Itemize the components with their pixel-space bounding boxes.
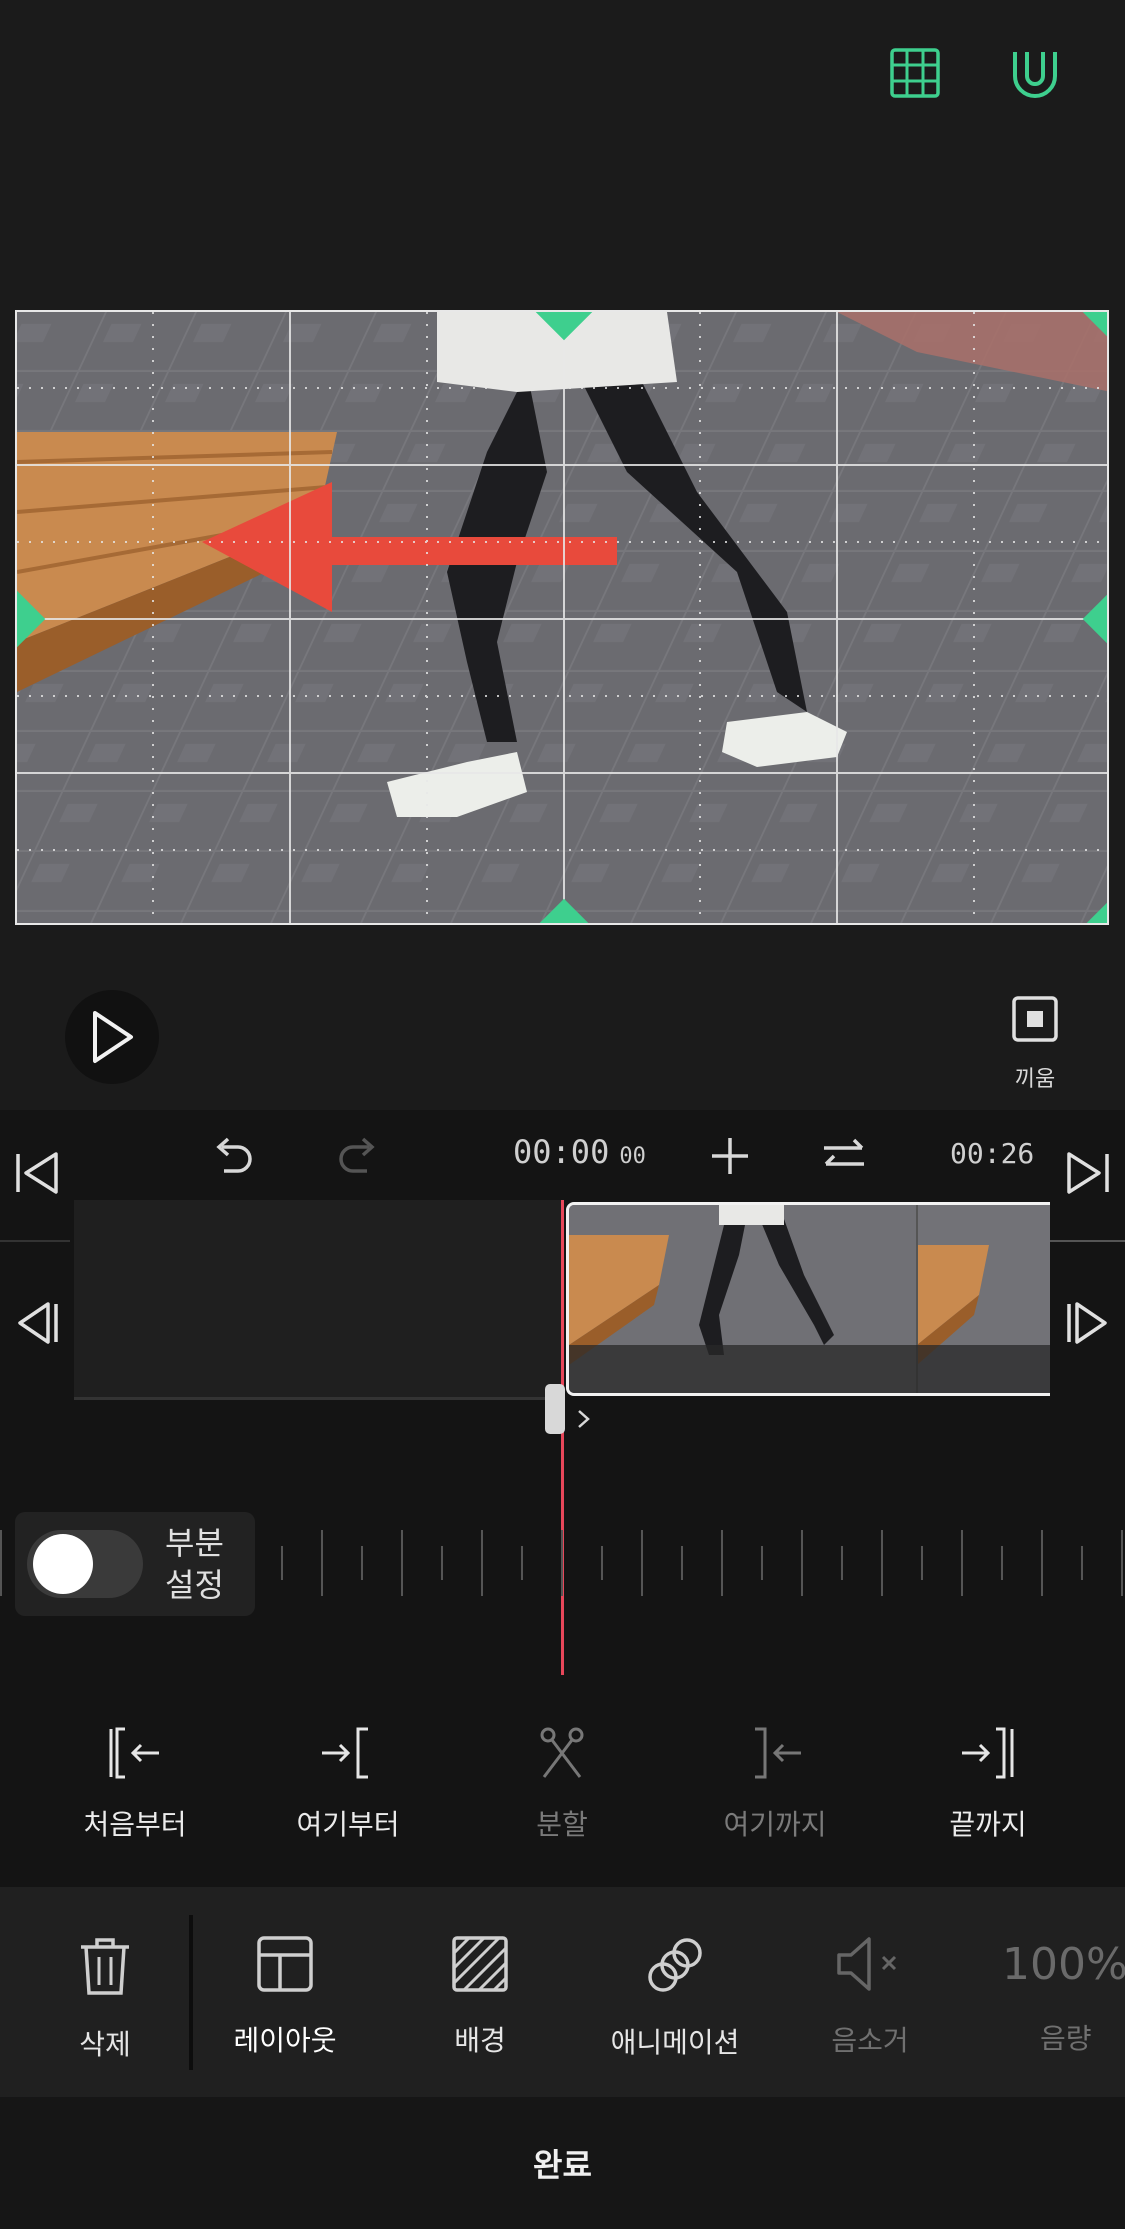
ruler-tick bbox=[721, 1530, 723, 1596]
trim-to-here-icon bbox=[755, 1727, 801, 1779]
ruler-tick bbox=[601, 1546, 603, 1580]
next-frame-icon[interactable] bbox=[1065, 1300, 1111, 1346]
scissors-icon bbox=[540, 1727, 584, 1778]
speaker-mute-icon bbox=[837, 1937, 897, 1991]
animation-button[interactable]: 애니메이션 bbox=[590, 1935, 760, 2061]
grid-icon[interactable] bbox=[888, 46, 944, 102]
partial-setting[interactable]: 부분 설정 bbox=[15, 1512, 255, 1616]
ruler-tick bbox=[361, 1546, 363, 1580]
fill-label: 끼움 bbox=[1014, 1067, 1056, 1092]
clip-trim-handle[interactable] bbox=[545, 1384, 565, 1434]
toolbar-divider bbox=[189, 1915, 193, 2070]
layout-button[interactable]: 레이아웃 bbox=[200, 1935, 370, 2059]
trim-from-here-button[interactable]: 여기부터 bbox=[268, 1725, 428, 1843]
clip-audio-bar bbox=[569, 1345, 1050, 1393]
trim-tool-label: 처음부터 bbox=[83, 1808, 187, 1841]
partial-setting-toggle[interactable] bbox=[27, 1530, 143, 1598]
ruler-tick bbox=[1121, 1530, 1123, 1596]
ruler-tick bbox=[641, 1530, 643, 1596]
track-line bbox=[1050, 1240, 1125, 1242]
partial-setting-label-line2: 설정 bbox=[165, 1566, 224, 1604]
background-button[interactable]: 배경 bbox=[395, 1935, 565, 2059]
empty-track bbox=[74, 1200, 564, 1400]
ruler-tick bbox=[801, 1530, 803, 1596]
ruler-tick bbox=[481, 1530, 483, 1596]
undo-icon[interactable] bbox=[210, 1133, 256, 1179]
ruler-tick bbox=[401, 1530, 403, 1596]
ruler-tick bbox=[841, 1546, 843, 1580]
trim-from-here-icon bbox=[322, 1727, 368, 1779]
trim-to-here-button[interactable]: 여기까지 bbox=[695, 1725, 855, 1843]
ruler-tick bbox=[561, 1530, 563, 1596]
skip-to-start-icon[interactable] bbox=[14, 1150, 60, 1196]
mute-button[interactable]: 음소거 bbox=[785, 1935, 955, 2059]
ruler-tick bbox=[1081, 1546, 1083, 1580]
previous-frame-icon[interactable] bbox=[14, 1300, 60, 1346]
ruler-tick bbox=[681, 1546, 683, 1580]
ruler-tick bbox=[1001, 1546, 1003, 1580]
current-time: 00:00 00 bbox=[513, 1133, 646, 1171]
ruler-tick bbox=[0, 1530, 2, 1596]
trim-from-start-button[interactable]: 처음부터 bbox=[55, 1725, 215, 1843]
trim-to-end-icon bbox=[962, 1727, 1014, 1779]
ruler-tick bbox=[1041, 1530, 1043, 1596]
tool-label: 음량 bbox=[1040, 2022, 1092, 2055]
play-icon bbox=[93, 1011, 133, 1063]
delete-button[interactable]: 삭제 bbox=[20, 1935, 190, 2063]
skip-to-end-icon[interactable] bbox=[1065, 1150, 1111, 1196]
ruler-tick bbox=[281, 1546, 283, 1580]
partial-setting-label-line1: 부분 bbox=[165, 1524, 224, 1562]
end-time: 00:26 bbox=[950, 1137, 1035, 1170]
add-icon[interactable] bbox=[708, 1134, 752, 1178]
trim-tool-label: 분할 bbox=[536, 1808, 588, 1841]
chevron-right-icon bbox=[578, 1410, 590, 1428]
fill-icon bbox=[1012, 996, 1058, 1042]
tool-label: 음소거 bbox=[831, 2024, 909, 2057]
ruler-tick bbox=[761, 1546, 763, 1580]
fill-button[interactable]: 끼움 bbox=[1000, 995, 1070, 1093]
done-button[interactable]: 완료 bbox=[0, 2140, 1125, 2186]
split-button[interactable]: 분할 bbox=[482, 1725, 642, 1843]
trash-icon bbox=[81, 1938, 129, 1995]
trim-tool-label: 여기까지 bbox=[723, 1808, 827, 1841]
trim-from-start-icon bbox=[109, 1727, 159, 1779]
preview-frame bbox=[17, 312, 1107, 923]
tool-label: 삭제 bbox=[79, 2028, 131, 2061]
tool-label: 애니메이션 bbox=[610, 2026, 740, 2059]
background-icon bbox=[452, 1936, 508, 1992]
ruler-tick bbox=[881, 1530, 883, 1596]
ruler-tick bbox=[521, 1546, 523, 1580]
magnet-icon[interactable] bbox=[1007, 46, 1063, 102]
redo-icon[interactable] bbox=[335, 1133, 381, 1179]
track-line bbox=[0, 1240, 70, 1242]
playhead[interactable] bbox=[561, 1200, 564, 1675]
trim-tool-label: 끝까지 bbox=[949, 1808, 1027, 1841]
toggle-knob bbox=[33, 1534, 93, 1594]
play-button[interactable] bbox=[65, 990, 159, 1084]
tool-label: 레이아웃 bbox=[233, 2024, 337, 2057]
video-clip[interactable] bbox=[566, 1202, 1050, 1396]
ruler-tick bbox=[321, 1530, 323, 1596]
ruler-tick bbox=[441, 1546, 443, 1580]
ruler-tick bbox=[921, 1546, 923, 1580]
trim-to-end-button[interactable]: 끝까지 bbox=[908, 1725, 1068, 1843]
volume-button[interactable]: 100% 음량 bbox=[980, 1935, 1125, 2057]
swap-icon[interactable] bbox=[820, 1136, 868, 1176]
video-preview[interactable] bbox=[15, 310, 1109, 925]
volume-value: 100% bbox=[1002, 1939, 1125, 1990]
ruler-tick bbox=[961, 1530, 963, 1596]
trim-tool-label: 여기부터 bbox=[296, 1808, 400, 1841]
partial-setting-label: 부분 설정 bbox=[165, 1522, 245, 1606]
animation-icon bbox=[648, 1938, 702, 1992]
layout-icon bbox=[257, 1936, 313, 1992]
tool-label: 배경 bbox=[454, 2024, 506, 2057]
